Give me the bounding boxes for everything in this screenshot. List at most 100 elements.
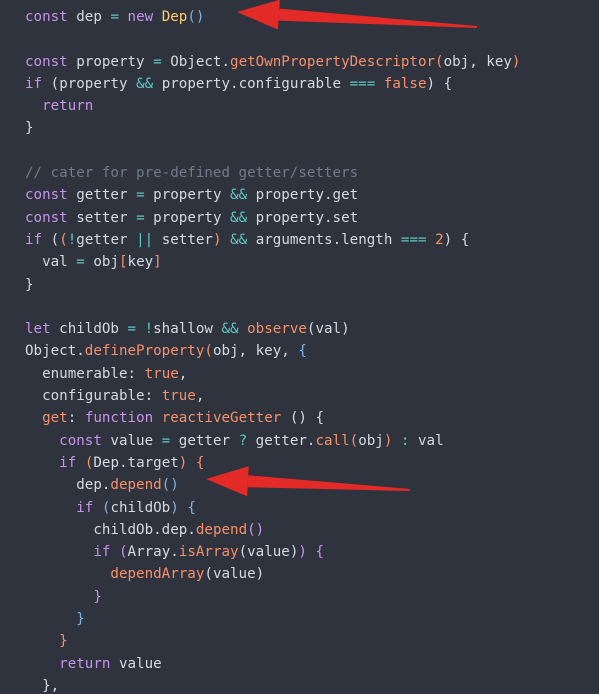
code-token-plain: dep	[76, 9, 102, 25]
code-token-plain: configurable	[42, 388, 145, 405]
code-token-p1: }	[25, 276, 34, 293]
code-line[interactable]: }	[0, 274, 599, 296]
code-line[interactable]: if (Array.isArray(value)) {	[0, 541, 599, 563]
code-line[interactable]: get: function reactiveGetter () {	[0, 407, 599, 429]
code-line[interactable]: return	[0, 95, 599, 117]
code-token-p1: {	[460, 231, 470, 248]
code-token-fn: depend	[110, 477, 162, 494]
code-line[interactable]: // cater for pre-defined getter/setters	[0, 162, 599, 184]
code-line[interactable]: dependArray(value)	[0, 563, 599, 585]
code-token-p3: }	[76, 611, 85, 628]
code-line[interactable]: dep.depend()	[0, 474, 599, 496]
code-token-kw: const	[25, 53, 68, 70]
code-token-p1: {	[443, 75, 453, 92]
code-token-fn: get	[42, 410, 68, 427]
code-token-kw: if	[93, 544, 111, 561]
code-line[interactable]: if ((!getter || setter) && arguments.len…	[0, 229, 599, 251]
code-line[interactable]: childOb.dep.depend()	[0, 519, 599, 541]
code-token-p4: (	[118, 544, 128, 561]
code-line[interactable]: }	[0, 630, 599, 652]
code-token-p2: (	[59, 231, 68, 248]
code-line[interactable]: return value	[0, 653, 599, 675]
code-token-op: =	[127, 321, 137, 338]
code-line[interactable]: const setter = property && property.set	[0, 207, 599, 229]
code-line[interactable]	[0, 140, 599, 162]
code-line[interactable]: const value = getter ? getter.call(obj) …	[0, 430, 599, 452]
code-token-p3: (	[161, 477, 171, 494]
code-token-p4: )	[255, 521, 265, 538]
code-line[interactable]: configurable: true,	[0, 385, 599, 407]
code-line[interactable]: },	[0, 675, 599, 694]
code-token-p2: {	[195, 454, 205, 471]
code-line[interactable]	[0, 296, 599, 318]
code-token-p4: }	[93, 588, 102, 605]
code-token-plain: property.get	[247, 187, 359, 204]
code-line[interactable]: const property = Object.getOwnPropertyDe…	[0, 51, 599, 73]
code-line[interactable]: if (property && property.configurable ==…	[0, 73, 599, 95]
code-token-plain: .	[221, 53, 231, 70]
code-token-lit: false	[383, 75, 427, 92]
code-token-op: ?	[238, 432, 248, 449]
code-token-kw: let	[25, 321, 51, 338]
code-token-plain: setter	[153, 231, 213, 248]
code-token-p2: (	[204, 343, 213, 360]
code-token-p3: )	[170, 477, 179, 494]
code-line[interactable]: }	[0, 117, 599, 139]
code-token-p1: )	[255, 566, 265, 583]
code-line[interactable]: Object.defineProperty(obj, key, {	[0, 340, 599, 362]
code-token-plain: property.configurable	[153, 75, 350, 92]
code-token-plain: property	[144, 187, 231, 204]
code-token-plain: obj, key,	[212, 343, 299, 360]
code-line[interactable]: }	[0, 586, 599, 608]
code-token-p1: (	[50, 75, 60, 92]
code-token-op: &&	[136, 75, 154, 92]
code-line[interactable]: let childOb = !shallow && observe(val)	[0, 318, 599, 340]
code-line[interactable]: const getter = property && property.get	[0, 184, 599, 206]
code-line[interactable]	[0, 28, 599, 50]
code-line[interactable]: }	[0, 608, 599, 630]
code-line[interactable]: enumerable: true,	[0, 363, 599, 385]
code-token-plain: :	[144, 388, 154, 405]
code-token-plain: value	[101, 432, 162, 449]
code-token-plain: obj	[84, 254, 119, 271]
code-token-plain: Dep.target	[93, 454, 179, 471]
code-token-p3: )	[170, 499, 179, 516]
code-token-p1: )	[426, 75, 436, 92]
code-token-plain: ,	[178, 365, 188, 382]
code-line[interactable]: val = obj[key]	[0, 251, 599, 273]
code-token-plain: property	[144, 209, 231, 226]
code-token-p4: )	[298, 544, 307, 561]
code-token-op: &&	[230, 209, 248, 226]
code-line[interactable]: if (childOb) {	[0, 497, 599, 519]
code-editor-content[interactable]: const dep = new Dep() const property = O…	[0, 0, 599, 694]
code-token-plain: value	[247, 544, 290, 561]
code-token-p2: )	[511, 53, 521, 70]
code-token-plain: shallow	[153, 321, 222, 338]
code-token-kw: const	[25, 209, 68, 226]
code-token-plain: :	[127, 365, 137, 382]
code-token-op: =	[161, 432, 171, 449]
code-line[interactable]: const dep = new Dep()	[0, 6, 599, 28]
code-token-op: ===	[400, 231, 427, 248]
code-token-op: =	[136, 209, 145, 226]
code-token-kw: if	[25, 75, 43, 92]
code-line[interactable]: if (Dep.target) {	[0, 452, 599, 474]
